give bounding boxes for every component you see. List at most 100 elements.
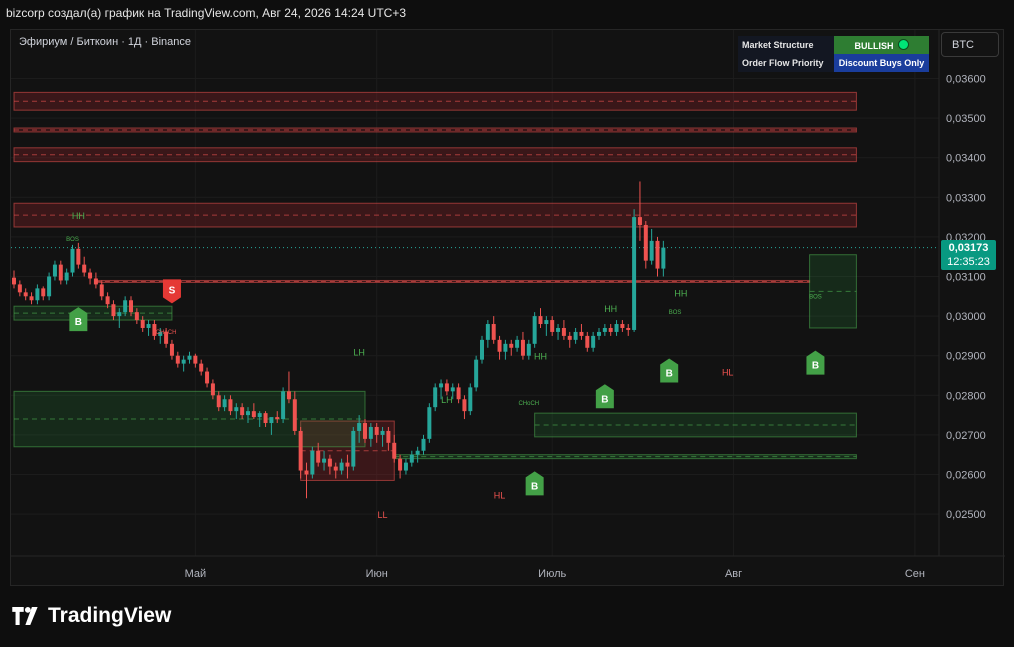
candle-body (374, 426, 379, 435)
candle-body (310, 450, 315, 475)
candle-body (99, 284, 104, 297)
structure-label: CHoCH (156, 330, 177, 336)
candle-body (515, 339, 520, 348)
candle-body (468, 387, 473, 412)
candle-body (444, 383, 449, 392)
structure-label: LH (441, 395, 453, 405)
candle-body (433, 387, 438, 408)
candle-body (591, 335, 596, 348)
symbol-legend[interactable]: Эфириум / Биткоин · 1Д · Binance (19, 36, 191, 48)
y-tick-label: 0,03000 (946, 311, 986, 323)
candle-body (386, 430, 391, 443)
candle-body (538, 316, 543, 325)
x-tick-label: Сен (905, 568, 925, 580)
candle-body (41, 288, 46, 297)
candle-body (532, 316, 537, 344)
candle-body (123, 300, 128, 313)
candle-body (292, 399, 297, 431)
candle-body (263, 413, 268, 424)
x-tick-label: Июн (366, 568, 388, 580)
candle-body (474, 359, 479, 388)
candle-body (327, 458, 332, 467)
candle-body (316, 450, 321, 463)
candle-body (345, 462, 350, 467)
chart-panel[interactable]: HH BOS CHoCH LH LL LH HL CHoCH HH HH HH BOS HL BOS S B… (10, 29, 1005, 587)
candle-body (637, 217, 642, 226)
candle-body (17, 284, 22, 293)
candle-body (240, 407, 245, 416)
order-flow-label: Order Flow Priority (738, 54, 834, 72)
x-tick-label: Май (185, 568, 207, 580)
candle-body (222, 399, 227, 408)
candle-body (210, 383, 215, 396)
candle-body (23, 292, 28, 297)
structure-label: BOS (809, 294, 822, 300)
candle-body (281, 391, 286, 420)
info-table: Market Structure BULLISH Order Flow Prio… (738, 36, 929, 72)
candle-body (29, 296, 34, 301)
currency-button[interactable]: BTC (941, 32, 999, 57)
candle-body (216, 395, 221, 408)
candle-body (169, 343, 174, 356)
sell-signal-marker: S (162, 279, 181, 304)
buy-signal-marker: B (525, 471, 544, 496)
chart-caption: bizcorp создал(а) график на TradingView.… (6, 6, 407, 20)
candle-body (146, 324, 151, 328)
candle-body (246, 411, 250, 416)
candle-body (626, 327, 631, 330)
demand-zone (13, 305, 173, 321)
candle-body (339, 462, 344, 471)
candle-body (398, 458, 403, 471)
candle-body (602, 327, 607, 332)
candle-body (544, 320, 549, 325)
y-tick-label: 0,02700 (946, 430, 986, 442)
buy-signal-marker: B (660, 358, 679, 383)
candle-body (608, 327, 613, 332)
structure-label: HH (534, 352, 547, 362)
candle-body (491, 324, 496, 340)
candle-body (480, 339, 484, 360)
y-tick-label: 0,03600 (946, 74, 986, 86)
candle-body (573, 331, 578, 340)
order-flow-value: Discount Buys Only (834, 54, 929, 72)
structure-label: BOS (669, 310, 682, 316)
candle-body (497, 339, 502, 352)
candle-body (655, 240, 660, 269)
candle-body (187, 355, 192, 360)
candle-body (88, 272, 93, 279)
candle-body (76, 248, 81, 265)
candle-body (520, 339, 525, 356)
candle-body (661, 247, 666, 269)
structure-label: HL (494, 490, 506, 500)
candle-body (129, 300, 133, 313)
candle-body (175, 355, 180, 364)
candle-body (70, 248, 75, 273)
signal-letter: B (666, 369, 673, 380)
last-price-tag: 0,03173 12:35:23 (941, 240, 996, 270)
candle-body (58, 264, 63, 281)
candle-body (649, 240, 654, 261)
y-tick-label: 0,03100 (946, 272, 986, 284)
candle-body (181, 359, 186, 364)
candle-body (509, 343, 514, 348)
candle-body (257, 413, 262, 418)
candle-body (456, 387, 461, 400)
candle-body (52, 264, 57, 277)
buy-signal-marker: B (806, 350, 825, 375)
candle-body (333, 466, 338, 471)
demand-zone (393, 454, 857, 460)
price-chart[interactable]: HH BOS CHoCH LH LL LH HL CHoCH HH HH HH BOS HL BOS S B… (11, 30, 1005, 587)
candle-body (286, 391, 291, 400)
tradingview-logo[interactable]: TradingView (12, 604, 171, 628)
candle-body (304, 470, 309, 475)
candle-body (64, 272, 69, 281)
structure-labels: HH BOS CHoCH LH LL LH HL CHoCH HH HH HH BOS HL BOS (66, 211, 822, 520)
candle-body (409, 454, 414, 463)
structure-label: CHoCH (518, 401, 539, 407)
candle-body (47, 276, 52, 297)
order-block-zones (11, 91, 939, 481)
x-tick-label: Авг (725, 568, 742, 580)
candle-body (35, 288, 40, 301)
candle-body (526, 343, 531, 356)
candle-body (450, 387, 455, 392)
